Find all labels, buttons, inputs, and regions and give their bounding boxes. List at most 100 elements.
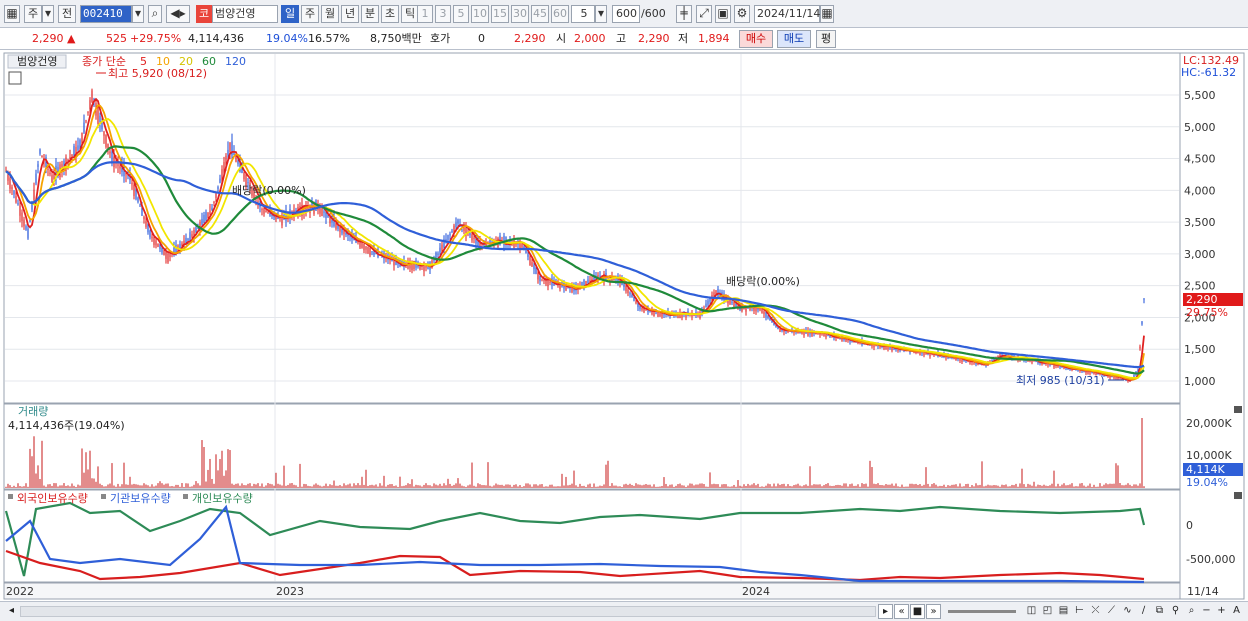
- code-dropdown-icon[interactable]: ▾: [132, 5, 144, 23]
- avg-button[interactable]: 평: [816, 30, 836, 48]
- volume-bar: [41, 440, 43, 488]
- volume-bar: [775, 486, 777, 488]
- interval-button-1[interactable]: 3: [435, 5, 451, 23]
- zoom-out-icon[interactable]: −: [1199, 604, 1214, 619]
- speaker-icon[interactable]: ◀▸: [166, 5, 190, 23]
- interval-button-4[interactable]: 15: [491, 5, 509, 23]
- gear-icon[interactable]: ⚙: [734, 5, 750, 23]
- candle-body: [85, 120, 87, 122]
- volume-bar: [885, 484, 887, 488]
- play-icon[interactable]: ▸: [878, 604, 893, 619]
- volume-bar: [263, 486, 265, 488]
- window-menu-icon[interactable]: ▦: [4, 5, 20, 23]
- volume-bar: [101, 485, 103, 488]
- candle-body: [261, 209, 263, 211]
- volume-bar: [519, 485, 521, 488]
- date-input[interactable]: 2024/11/14: [754, 5, 820, 23]
- volume-bar: [931, 484, 933, 488]
- stock-chart[interactable]: 5,500 5,000 4,500 4,000 3,500 3,000 2,500 2,000…: [0, 51, 1248, 601]
- volume-pane-close-icon[interactable]: [1234, 406, 1242, 413]
- stock-name-field[interactable]: 범양건영: [212, 5, 278, 23]
- ruler-icon[interactable]: ⊢: [1072, 604, 1087, 619]
- volume-bar: [1025, 486, 1027, 488]
- market-dropdown-icon[interactable]: ▾: [42, 5, 54, 23]
- volume-bar: [505, 484, 507, 488]
- volume-bar: [571, 483, 573, 488]
- interval-button-3[interactable]: 10: [471, 5, 489, 23]
- period-button-4[interactable]: 분: [361, 5, 379, 23]
- layout-icon-3[interactable]: ▤: [1056, 604, 1071, 619]
- volume-bar: [969, 486, 971, 488]
- trend-icon[interactable]: ⟋: [1104, 604, 1119, 619]
- volume-bar: [461, 485, 463, 488]
- zoom-in-icon[interactable]: +: [1214, 604, 1229, 619]
- copy-icon[interactable]: ⧉: [1152, 604, 1167, 619]
- count-input[interactable]: 600: [612, 5, 640, 23]
- interval-button-5[interactable]: 30: [511, 5, 529, 23]
- candle-body: [137, 197, 139, 203]
- rewind-icon[interactable]: «: [894, 604, 909, 619]
- draw-tool-icon[interactable]: ⤢: [696, 5, 712, 23]
- interval-button-2[interactable]: 5: [453, 5, 469, 23]
- interval-button-7[interactable]: 60: [551, 5, 569, 23]
- save-icon[interactable]: ▣: [715, 5, 731, 23]
- zoom-slider[interactable]: [948, 610, 1016, 613]
- volume-bar: [347, 484, 349, 488]
- market-select[interactable]: 주: [24, 5, 42, 23]
- volume-bar: [683, 485, 685, 488]
- stock-code-input[interactable]: 002410: [80, 5, 132, 23]
- calendar-icon[interactable]: ▦: [820, 5, 834, 23]
- interval-button-6[interactable]: 45: [531, 5, 549, 23]
- volume-bar: [273, 485, 275, 488]
- crosshair-icon[interactable]: ⤬: [1088, 604, 1103, 619]
- candle-body: [747, 307, 749, 309]
- volume-bar: [911, 483, 913, 488]
- scroll-left-icon[interactable]: ◂: [4, 604, 19, 619]
- volume-bar: [445, 485, 447, 488]
- chart-canvas[interactable]: 5,5005,0004,5004,0003,5003,0002,5002,000…: [0, 51, 1248, 601]
- volume-bar: [473, 485, 475, 488]
- volume-bar: [909, 483, 911, 488]
- volume-bar: [23, 486, 25, 488]
- layout-icon-2[interactable]: ◰: [1040, 604, 1055, 619]
- wave-icon[interactable]: ∿: [1120, 604, 1135, 619]
- fast-forward-icon[interactable]: »: [926, 604, 941, 619]
- sell-button[interactable]: 매도: [777, 30, 811, 48]
- horizontal-scrollbar[interactable]: [20, 606, 876, 617]
- volume-bar: [579, 483, 581, 488]
- period-button-0[interactable]: 일: [281, 5, 299, 23]
- volume-bar: [1063, 483, 1065, 488]
- mode-button[interactable]: 전: [58, 5, 76, 23]
- unit-input[interactable]: 5: [571, 5, 595, 23]
- interval-button-0[interactable]: 1: [417, 5, 433, 23]
- period-button-5[interactable]: 초: [381, 5, 399, 23]
- candle-body: [41, 155, 43, 158]
- volume-bar: [781, 484, 783, 488]
- volume-bar: [277, 483, 279, 488]
- layout-icon-1[interactable]: ◫: [1024, 604, 1039, 619]
- volume-bar: [813, 484, 815, 488]
- period-button-3[interactable]: 년: [341, 5, 359, 23]
- volume-bar: [127, 484, 129, 488]
- volume-bar: [1125, 484, 1127, 488]
- zoom-icon[interactable]: ⌕: [1184, 604, 1199, 619]
- chart-settings-icon[interactable]: ⚲: [1168, 604, 1183, 619]
- volume-bar: [915, 483, 917, 488]
- candle-body: [15, 196, 17, 203]
- candle-body: [469, 232, 471, 236]
- table-toggle-icon[interactable]: [8, 71, 22, 85]
- volume-bar: [345, 485, 347, 488]
- font-size-icon[interactable]: A: [1229, 604, 1244, 619]
- period-button-1[interactable]: 주: [301, 5, 319, 23]
- volume-bar: [1109, 483, 1111, 488]
- candle-body: [11, 186, 13, 189]
- holdings-pane-close-icon[interactable]: [1234, 492, 1242, 499]
- volume-bar: [393, 485, 395, 488]
- unit-dropdown-icon[interactable]: ▾: [595, 5, 607, 23]
- line-tool-icon[interactable]: ∕: [1136, 604, 1151, 619]
- period-button-2[interactable]: 월: [321, 5, 339, 23]
- buy-button[interactable]: 매수: [739, 30, 773, 48]
- stop-icon[interactable]: ■: [910, 604, 925, 619]
- candle-type-icon[interactable]: ╪: [676, 5, 692, 23]
- search-icon[interactable]: ⌕: [148, 5, 162, 23]
